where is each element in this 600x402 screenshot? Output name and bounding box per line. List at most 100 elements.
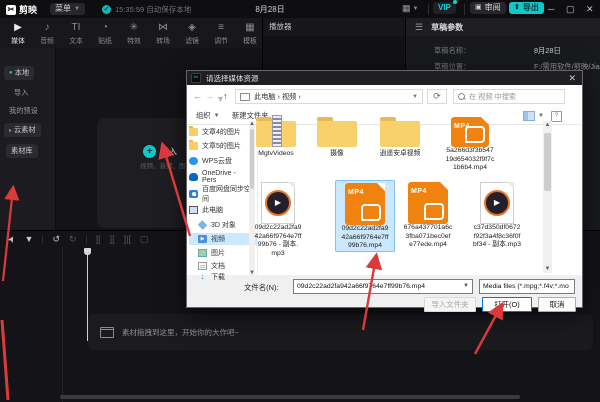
tab-audio[interactable]: ♪音频 (33, 21, 61, 45)
sidebar-item-local[interactable]: ●本地 (4, 66, 34, 80)
search-placeholder: 在 视频 中搜索 (469, 92, 516, 102)
undo-icon[interactable]: ↺ (52, 234, 60, 245)
select-tool-icon[interactable]: ➤ (5, 233, 18, 245)
file-tile-mp4[interactable]: MP4 676a437701a6c 3fba071bec0ef e77ede.m… (399, 182, 457, 250)
chevron-down-icon: ▼ (413, 6, 419, 12)
open-button[interactable]: 打开(O) (482, 297, 532, 312)
minimize-button[interactable]: ─ (548, 4, 554, 14)
tree-item-onedrive[interactable]: OneDrive - Pers (189, 171, 251, 183)
tab-transition[interactable]: ⋈转场 (149, 21, 177, 45)
select-media-dialog: ✂ 请选择媒体资源 ✕ ← → ▼ ↑ 此电脑 › 视频 › ▼ ⟳ 在 视频 … (186, 70, 583, 308)
dialog-title-bar[interactable]: ✂ 请选择媒体资源 ✕ (187, 71, 582, 85)
menu-button[interactable]: 菜单 ▼ (50, 3, 85, 15)
playhead-handle[interactable] (84, 248, 91, 255)
tree-item-folder[interactable]: 文章5的图片 (189, 140, 251, 152)
tab-adjust[interactable]: ≡调节 (207, 21, 235, 45)
tree-item-this-pc[interactable]: 此电脑 (189, 204, 251, 216)
tab-effects[interactable]: ✳特效 (120, 21, 148, 45)
import-button[interactable]: + 导入 (143, 145, 177, 158)
file-tile-mp4[interactable]: MP4 5a266d3f3b547 19d654032f9f7c 1b6b4.m… (441, 117, 499, 173)
layout-switch-button[interactable]: ▦ ▼ (402, 3, 418, 14)
chevron-down-icon[interactable]: ▼ (25, 234, 34, 244)
view-mode-button[interactable]: ▼ (523, 111, 544, 121)
filename-input[interactable] (293, 279, 473, 294)
tree-item-baidu-netdisk[interactable]: 百度网盘同步空间 (189, 188, 251, 200)
sidebar-item-material-library[interactable]: 素材库 (6, 144, 38, 158)
top-bar: ✂ 剪映 菜单 ▼ ✓ 15:35:59 自动保存本地 8月28日 ▦ ▼ VI… (0, 0, 600, 19)
import-folder-button[interactable]: 导入文件夹 (424, 297, 476, 312)
hamburger-icon[interactable]: ☰ (415, 22, 423, 33)
timeline-horizontal-scrollbar[interactable] (60, 395, 520, 399)
folder-icon (380, 121, 420, 147)
mp4-file-icon: MP4 (451, 117, 489, 147)
export-button[interactable]: ⬆ 导出 (509, 2, 544, 14)
tab-text[interactable]: TI文本 (62, 21, 90, 45)
file-tile-folder[interactable]: 摄像 (308, 119, 366, 159)
chevron-down-icon: ▼ (412, 94, 418, 100)
file-tile-folder[interactable]: MgtvVideos (247, 119, 305, 159)
file-tile-mp3[interactable]: ▶ 09d2c22ad2fa9 42a66f9764e7ff 99b76 - 副… (249, 182, 307, 258)
vip-label: VIP (438, 2, 451, 14)
download-arrow-icon: ↓ (198, 273, 207, 281)
file-tile-folder[interactable]: 逍遥安卓视频 (371, 119, 429, 159)
forward-icon[interactable]: → (205, 91, 214, 101)
divider (86, 235, 87, 244)
delete-icon[interactable]: ▢ (140, 234, 149, 245)
help-button[interactable]: ? (551, 111, 562, 122)
tab-media[interactable]: ▶媒体 (4, 21, 32, 45)
draft-title[interactable]: 8月28日 (240, 4, 300, 15)
redo-icon[interactable]: ↻ (69, 234, 77, 245)
sidebar-item-presets[interactable]: 我的预设 (9, 106, 38, 116)
sidebar-item-import[interactable]: 导入 (14, 88, 28, 98)
close-button[interactable]: ✕ (586, 4, 594, 15)
scroll-up-icon[interactable]: ▲ (543, 122, 552, 128)
maximize-button[interactable]: ▢ (566, 4, 575, 15)
scrollbar-thumb[interactable] (544, 133, 551, 191)
tab-filter[interactable]: ◈滤镜 (178, 21, 206, 45)
split-icon[interactable]: ][ (96, 234, 101, 244)
app-logo-text: 剪映 (19, 3, 37, 16)
scroll-down-icon[interactable]: ▼ (249, 270, 255, 276)
tab-sticker[interactable]: ◔贴纸 (91, 21, 119, 45)
tree-item-wps-cloud[interactable]: WPS云盘 (189, 155, 251, 167)
scroll-down-icon[interactable]: ▼ (543, 266, 552, 272)
filter-icon: ◈ (178, 21, 206, 34)
breadcrumb[interactable]: 此电脑 › 视频 › ▼ (235, 89, 423, 104)
filename-combo-caret-icon[interactable]: ▼ (463, 283, 469, 289)
menu-label: 菜单 (55, 3, 71, 15)
play-icon: ▶ (265, 190, 291, 216)
media-file-icon: ▶ (261, 182, 295, 224)
file-type-filter[interactable]: Media files (*.mpg;*.f4v;*.mo (479, 279, 575, 294)
tree-item-folder[interactable]: 文章4的图片 (189, 126, 251, 138)
split-left-icon[interactable]: ][ (110, 234, 115, 244)
video-folder-icon: ▶ (198, 235, 207, 243)
tree-item-videos[interactable]: ▶视频 (189, 233, 258, 245)
draft-params-header: ☰ 草稿参数 (406, 18, 600, 36)
review-label: 审阅 (485, 2, 501, 14)
mgtv-logo-icon (465, 126, 485, 143)
vip-button[interactable]: VIP (433, 2, 456, 14)
tab-template[interactable]: ▦模板 (236, 21, 264, 45)
dialog-close-button[interactable]: ✕ (568, 71, 576, 85)
organize-button[interactable]: 组织▼ (196, 111, 220, 121)
draft-name-value[interactable]: 8月28日 (534, 46, 561, 56)
up-icon[interactable]: ↑ (223, 91, 228, 101)
review-button[interactable]: ▣ 审阅 (470, 2, 506, 14)
cancel-button[interactable]: 取消 (538, 297, 576, 312)
divider (464, 4, 465, 15)
refresh-button[interactable]: ⟳ (427, 89, 447, 104)
file-tile-mp4-selected[interactable]: MP4 09d2c22ad2fa9 42a66f9764e7ff 99b76.m… (335, 180, 395, 252)
sticker-icon: ◔ (91, 21, 119, 34)
thumbnails-view-icon (523, 111, 535, 121)
split-right-icon[interactable]: ]|[ (124, 234, 131, 244)
template-icon: ▦ (236, 21, 264, 34)
back-icon[interactable]: ← (193, 91, 202, 101)
breadcrumb-path: 此电脑 › 视频 › (254, 92, 301, 102)
search-input[interactable]: 在 视频 中搜索 (453, 89, 565, 104)
vip-notification-dot (453, 0, 457, 4)
track-head-divider (62, 247, 63, 402)
file-grid-scrollbar[interactable]: ▲ ▼ (543, 121, 552, 273)
file-tile-mp3[interactable]: ▶ c37d350df0672 f92f3a4f8c36f0f bf34 - 副… (468, 182, 526, 250)
sidebar-item-cloud-material[interactable]: ▸云素材 (4, 123, 41, 137)
chevron-down-icon: ▼ (538, 113, 544, 119)
